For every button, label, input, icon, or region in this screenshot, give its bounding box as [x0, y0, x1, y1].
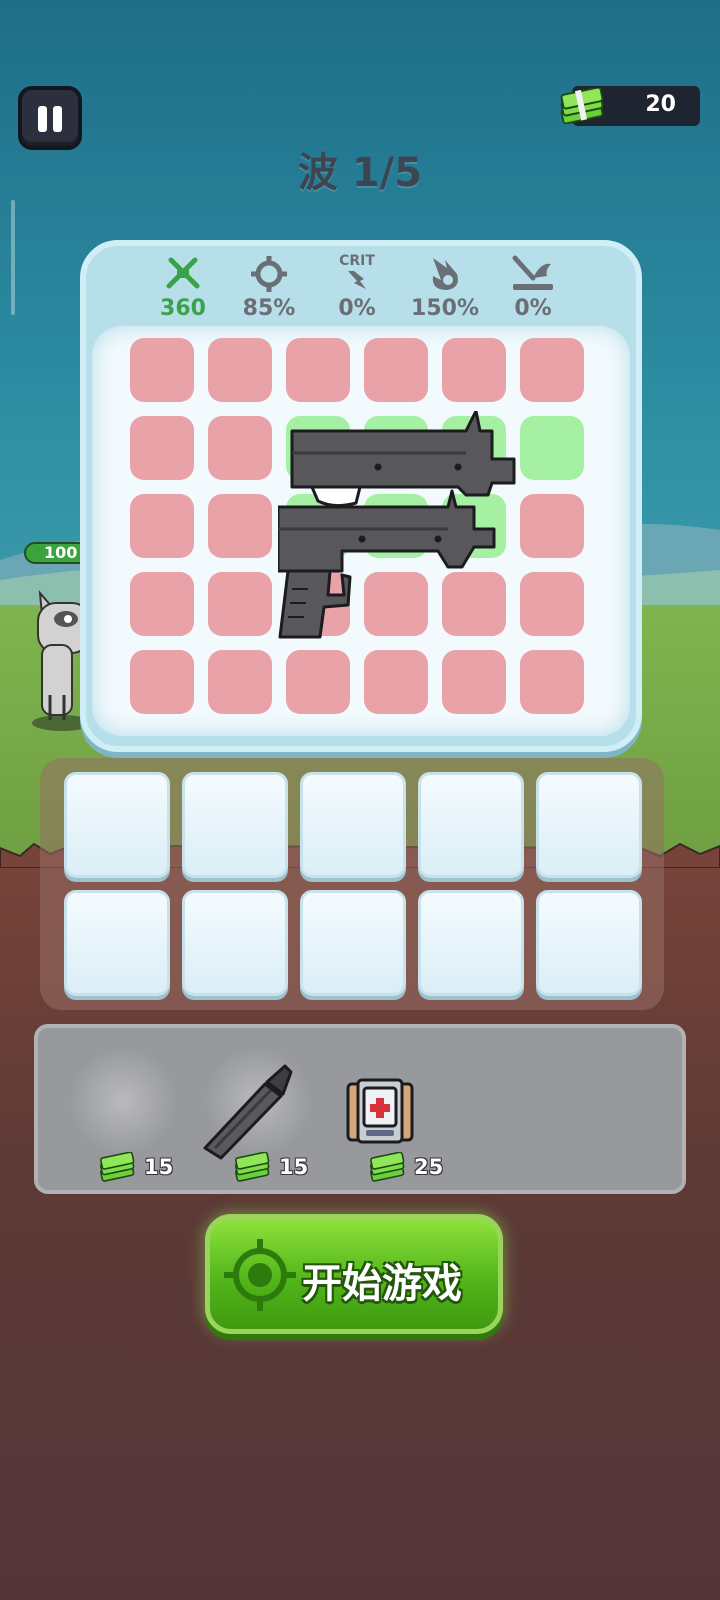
- weapon-board: 360 85% CRIT 0% 150% 0%: [80, 240, 642, 752]
- cash-icon: [235, 1152, 270, 1182]
- scroll-indicator: [11, 200, 15, 315]
- grid-cell-blocked[interactable]: [130, 416, 194, 480]
- grid-cell-blocked[interactable]: [364, 650, 428, 714]
- start-game-button[interactable]: 开始游戏: [205, 1214, 503, 1334]
- stat-fire: 150%: [400, 252, 490, 321]
- shop-item-price-value: 25: [414, 1155, 444, 1179]
- grid-cell-blocked[interactable]: [286, 338, 350, 402]
- inventory-panel: [40, 758, 664, 1010]
- fire-damage-icon: [432, 258, 458, 290]
- grid-cell-blocked[interactable]: [130, 494, 194, 558]
- pause-icon: [38, 106, 47, 132]
- shop-item-price: 15: [98, 1152, 173, 1182]
- stat-damage-value: 360: [160, 296, 206, 321]
- uzi-smg-icon[interactable]: [278, 411, 528, 641]
- grid-cell-blocked[interactable]: [520, 572, 584, 636]
- shop-item-knife[interactable]: 15: [193, 1028, 323, 1190]
- enemy-hp-value: 100: [44, 543, 78, 562]
- shop-item-price-value: 15: [279, 1155, 309, 1179]
- grid-cell-blocked[interactable]: [520, 650, 584, 714]
- shop-panel: 15 15 25: [34, 1024, 686, 1194]
- grid-cell-blocked[interactable]: [442, 650, 506, 714]
- grid-cell-blocked[interactable]: [130, 338, 194, 402]
- cash-counter: 20: [560, 86, 700, 126]
- crit-icon: [348, 271, 366, 289]
- grid-cell-blocked[interactable]: [520, 494, 584, 558]
- inventory-slot[interactable]: [536, 772, 642, 878]
- crit-label: CRIT: [339, 253, 375, 269]
- weapon-stats: 360 85% CRIT 0% 150% 0%: [86, 246, 636, 328]
- grid-cell-blocked[interactable]: [286, 650, 350, 714]
- inventory-slot[interactable]: [64, 890, 170, 996]
- inventory-slot[interactable]: [418, 890, 524, 996]
- grid-cell-blocked[interactable]: [208, 338, 272, 402]
- cash-icon: [100, 1152, 135, 1182]
- inventory-slot[interactable]: [300, 890, 406, 996]
- knockback-icon: [512, 255, 553, 290]
- grid-cell-valid[interactable]: [520, 416, 584, 480]
- shop-item-empty[interactable]: 15: [58, 1028, 188, 1190]
- stat-crit: CRIT 0%: [312, 252, 402, 321]
- grid-cell-blocked[interactable]: [130, 650, 194, 714]
- cash-icon: [560, 88, 604, 124]
- start-game-label: 开始游戏: [302, 1261, 462, 1307]
- grid-cell-blocked[interactable]: [208, 650, 272, 714]
- grid-cell-blocked[interactable]: [442, 338, 506, 402]
- grid-cell-blocked[interactable]: [208, 494, 272, 558]
- inventory-slot[interactable]: [182, 890, 288, 996]
- grid-cell-blocked[interactable]: [208, 416, 272, 480]
- cash-icon: [370, 1152, 405, 1182]
- target-icon: [224, 1239, 296, 1311]
- grid-cell-blocked[interactable]: [364, 338, 428, 402]
- stat-fire-value: 150%: [411, 296, 479, 321]
- inventory-slot[interactable]: [300, 772, 406, 878]
- medkit-icon: [346, 1078, 414, 1144]
- stat-knockback-value: 0%: [514, 296, 552, 321]
- grid-cell-blocked[interactable]: [130, 572, 194, 636]
- stat-damage: 360: [138, 252, 228, 321]
- inventory-slot[interactable]: [418, 772, 524, 878]
- stat-accuracy-value: 85%: [242, 296, 296, 321]
- inventory-slot[interactable]: [182, 772, 288, 878]
- shop-item-medkit[interactable]: 25: [328, 1028, 458, 1190]
- inventory-slot[interactable]: [64, 772, 170, 878]
- stat-knockback: 0%: [488, 252, 578, 321]
- placement-grid[interactable]: [92, 326, 630, 736]
- wave-indicator: 波 1/5: [297, 150, 423, 196]
- stat-crit-value: 0%: [338, 296, 376, 321]
- sword-icon: [166, 257, 200, 289]
- shop-item-price-value: 15: [144, 1155, 174, 1179]
- inventory-slot[interactable]: [536, 890, 642, 996]
- grid-cell-blocked[interactable]: [208, 572, 272, 636]
- shop-item-price: 25: [368, 1152, 443, 1182]
- crosshair-icon: [251, 256, 287, 292]
- cash-amount: 20: [645, 92, 676, 117]
- stat-accuracy: 85%: [224, 252, 314, 321]
- pause-icon-bar: [53, 106, 62, 132]
- knife-icon: [203, 1064, 293, 1160]
- shop-item-price: 15: [233, 1152, 308, 1182]
- grid-cell-blocked[interactable]: [520, 338, 584, 402]
